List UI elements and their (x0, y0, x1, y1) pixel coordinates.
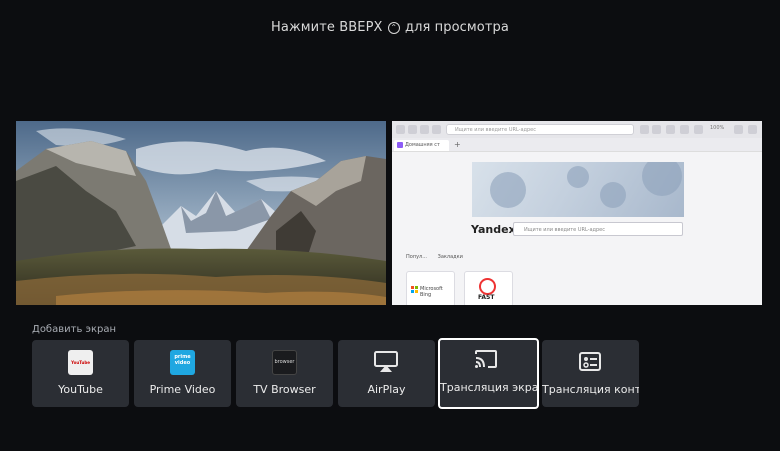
star-icon[interactable] (680, 125, 689, 134)
reload-icon[interactable] (420, 125, 429, 134)
popular-link[interactable]: Попул... (406, 254, 427, 260)
zoom-level: 100% (710, 125, 725, 131)
up-arrow-icon: ⌃ (387, 22, 400, 34)
toolbar-icon[interactable] (652, 125, 661, 134)
content-cast-icon (579, 352, 601, 371)
youtube-card[interactable]: YouTube YouTube (32, 340, 129, 407)
landscape-image (16, 121, 386, 305)
menu-icon[interactable] (748, 125, 757, 134)
fast-gauge-icon (479, 278, 496, 295)
airplay-icon (374, 351, 398, 372)
hint-text-before: Нажмите ВВЕРХ (271, 20, 383, 35)
bing-tile[interactable]: Microsoft Bing (406, 271, 455, 305)
browser-hero-banner (472, 162, 684, 217)
top-hint: Нажмите ВВЕРХ ⌃ для просмотра (0, 20, 780, 35)
home-icon[interactable] (432, 125, 441, 134)
toolbar-icon[interactable] (640, 125, 649, 134)
browser-tab[interactable]: Домашняя ст (394, 140, 449, 151)
browser-preview[interactable]: Ищите или введите URL-адрес 100% Домашня… (392, 121, 762, 305)
microsoft-logo-icon (411, 286, 418, 293)
card-title: Трансляция экра (440, 381, 539, 394)
browser-url-input[interactable]: Ищите или введите URL-адрес (446, 124, 634, 135)
prime-video-icon: prime video (170, 350, 195, 375)
browser-tab-label: Домашняя ст (405, 142, 440, 148)
landscape-preview[interactable] (16, 121, 386, 305)
hint-text-after: для просмотра (405, 20, 509, 35)
tab-favicon-icon (397, 142, 403, 148)
cast-icon (475, 350, 497, 368)
browser-search-input[interactable]: Ищите или введите URL-адрес (513, 222, 683, 236)
back-icon[interactable] (396, 125, 405, 134)
browser-icon: browser (272, 350, 297, 375)
browser-toolbar: Ищите или введите URL-адрес 100% (392, 121, 762, 138)
airplay-card[interactable]: AirPlay (338, 340, 435, 407)
fast-tile[interactable]: FAST (464, 271, 513, 305)
add-screen-label: Добавить экран (32, 324, 117, 335)
bing-tile-label: Microsoft Bing (420, 286, 443, 298)
card-title: AirPlay (367, 383, 406, 396)
zoom-in-icon[interactable] (734, 125, 743, 134)
youtube-icon: YouTube (68, 350, 93, 375)
prime-video-card[interactable]: prime video Prime Video (134, 340, 231, 407)
card-title: TV Browser (253, 383, 316, 396)
zoom-out-icon[interactable] (694, 125, 703, 134)
yandex-logo: Yandex (471, 223, 516, 236)
browser-link-row: Попул... Закладки (406, 254, 472, 260)
toolbar-icon[interactable] (666, 125, 675, 134)
card-title: Prime Video (149, 383, 216, 396)
card-title: YouTube (58, 383, 103, 396)
content-cast-card[interactable]: Трансляция конт… (542, 340, 639, 407)
screen-mirroring-card[interactable]: Трансляция экра (438, 338, 539, 409)
browser-tab-strip: Домашняя ст + (392, 138, 762, 152)
forward-icon[interactable] (408, 125, 417, 134)
new-tab-icon[interactable]: + (454, 140, 461, 150)
bookmarks-link[interactable]: Закладки (438, 254, 463, 260)
fast-tile-label: FAST (478, 294, 495, 301)
tv-browser-card[interactable]: browser TV Browser (236, 340, 333, 407)
card-title: Трансляция конт… (542, 383, 639, 396)
